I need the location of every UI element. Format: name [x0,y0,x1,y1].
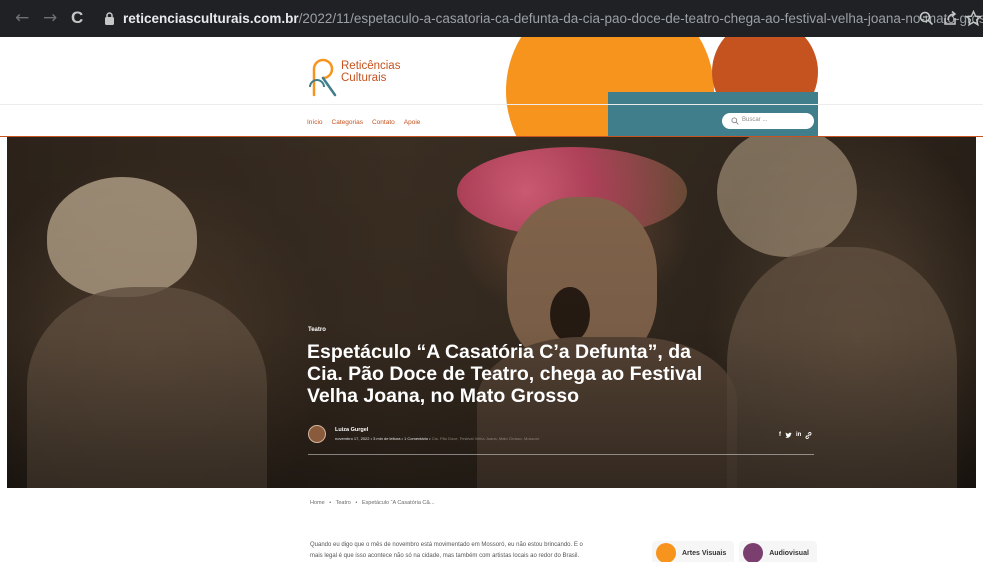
article-title: Espetáculo “A Casatória C’a Defunta”, da… [307,341,703,407]
logo-line-2: Culturais [341,72,387,84]
category-chip-artes-visuais[interactable]: Artes Visuais [652,541,735,562]
header-divider [0,104,983,105]
article-intro: Quando eu digo que o mês de novembro est… [310,540,640,562]
category-label: Artes Visuais [682,549,727,557]
lock-icon [105,12,114,25]
main-menu: Início Categorias Contato Apoie [307,119,420,126]
logo-line-1: Reticências [341,60,401,72]
url-domain: reticenciasculturais.com.br [123,11,299,26]
search-placeholder: Buscar ... [742,117,768,123]
hero-divider [308,454,814,455]
article-meta-text: novembro 17, 2022 • 3 min de leitura • 1… [335,436,431,441]
menu-item-inicio[interactable]: Início [307,119,323,126]
forward-button[interactable]: → [43,9,57,27]
share-buttons: f in [779,432,812,439]
hero-category-tag[interactable]: Teatro [308,327,326,333]
author-avatar[interactable] [308,425,326,443]
menu-item-contato[interactable]: Contato [372,119,395,126]
menu-item-categorias[interactable]: Categorias [332,119,363,126]
site-logo-icon[interactable] [308,57,338,97]
back-button[interactable]: ← [15,9,29,27]
breadcrumb: Home • Teatro • Espetáculo “A Casatória … [310,500,435,506]
browser-toolbar: ← → C reticenciasculturais.com.br/2022/1… [0,0,983,37]
site-logo-text[interactable]: Reticências Culturais [341,60,400,84]
breadcrumb-separator: • [355,500,358,506]
category-label: Audiovisual [769,549,809,557]
article-intro-line-2: mais legal é que isso acontece não só na… [310,553,580,559]
author-name[interactable]: Luiza Gurgel [335,427,368,433]
article-meta: novembro 17, 2022 • 3 min de leitura • 1… [335,436,539,441]
linkedin-share-icon[interactable]: in [796,432,801,439]
menu-item-apoie[interactable]: Apoie [404,119,421,126]
twitter-share-icon[interactable] [785,432,792,439]
share-icon[interactable] [942,10,959,27]
breadcrumb-separator: • [329,500,332,506]
breadcrumb-category[interactable]: Teatro [336,500,351,506]
artes-visuais-thumbnail [656,543,676,562]
article-intro-line-1: Quando eu digo que o mês de novembro est… [310,542,583,548]
site-header: Reticências Culturais Início Categorias … [0,37,983,137]
reload-button[interactable]: C [71,9,83,27]
link-share-icon[interactable] [805,432,812,439]
hero-banner[interactable]: Teatro Espetáculo “A Casatória C’a Defun… [7,137,976,488]
breadcrumb-current: Espetáculo “A Casatória C&... [361,500,435,506]
search-icon [731,117,739,125]
zoom-icon[interactable] [918,10,935,27]
breadcrumb-home[interactable]: Home [310,500,325,506]
facebook-share-icon[interactable]: f [779,432,781,439]
audiovisual-thumbnail [743,543,764,562]
search-input[interactable]: Buscar ... [722,113,814,129]
address-bar[interactable]: reticenciasculturais.com.br/2022/11/espe… [97,5,983,32]
star-icon[interactable] [965,10,982,27]
url-text[interactable]: reticenciasculturais.com.br/2022/11/espe… [123,11,983,27]
category-chip-audiovisual[interactable]: Audiovisual [739,541,817,562]
url-path: /2022/11/espetaculo-a-casatoria-ca-defun… [298,11,983,26]
category-chips: Artes Visuais Audiovisual [652,541,817,562]
article-tags[interactable]: Cia. Pão Doce, Festival Velha Joana, Mat… [432,436,540,441]
